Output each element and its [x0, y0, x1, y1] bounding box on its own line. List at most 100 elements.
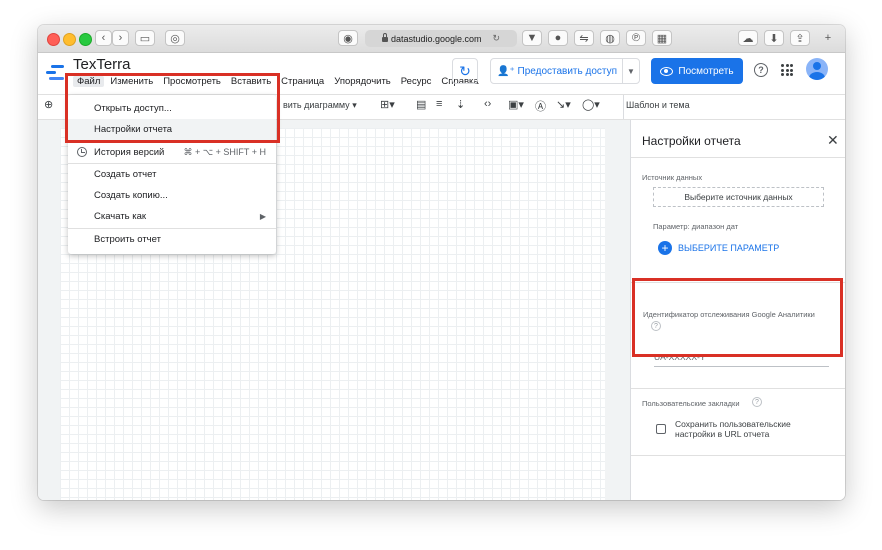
extension-icon: ◎	[170, 32, 180, 45]
back-button[interactable]: ‹	[95, 30, 112, 46]
add-chart-label: вить диаграмму	[283, 100, 350, 110]
theme-layout-button[interactable]: Шаблон и тема	[626, 100, 690, 110]
history-icon	[77, 147, 87, 157]
icloud-button[interactable]: ☁	[738, 30, 758, 46]
filter-icon[interactable]: ≡	[436, 98, 442, 110]
close-icon[interactable]: ✕	[827, 132, 839, 149]
calendar-extension-button[interactable]: ▦	[652, 30, 672, 46]
eye-icon	[660, 66, 674, 76]
panel-divider	[631, 388, 845, 389]
date-range-icon[interactable]: ▤	[416, 98, 426, 111]
menu-item-download-label: Скачать как	[94, 211, 147, 222]
bookmarks-label: Пользовательские закладки	[642, 399, 740, 408]
downloads-button[interactable]: ⬇	[764, 30, 784, 46]
pinterest-icon: ℗	[631, 32, 641, 44]
add-person-icon: 👤⁺	[497, 65, 518, 77]
menu-arrange[interactable]: Упорядочить	[330, 76, 395, 87]
panel-divider	[631, 455, 845, 456]
plus-icon: +	[824, 32, 832, 44]
menu-resource[interactable]: Ресурс	[397, 76, 436, 87]
browser-titlebar: ‹ › ▭ ◎ ◉ datastudio.google.com ↻ ▼ ● ⇋ …	[38, 25, 845, 53]
shield-icon: ◉	[343, 32, 353, 45]
menu-item-download[interactable]: Скачать как ▶	[68, 206, 276, 227]
menu-page[interactable]: Страница	[277, 76, 328, 87]
embed-code-icon[interactable]: ‹›	[484, 98, 491, 110]
line-icon[interactable]: ↘▾	[556, 98, 571, 111]
shape-icon[interactable]: ◯▾	[582, 98, 600, 111]
ghost-icon: ●	[554, 32, 562, 44]
calendar-icon: ▦	[656, 32, 668, 45]
browser-window: ‹ › ▭ ◎ ◉ datastudio.google.com ↻ ▼ ● ⇋ …	[38, 25, 845, 500]
chevron-right-icon: ▶	[259, 212, 266, 221]
lock-icon	[381, 33, 388, 42]
panel-title: Настройки отчета	[642, 134, 741, 148]
add-param-label: ВЫБЕРИТЕ ПАРАМЕТР	[678, 243, 780, 253]
pocket-icon: ▼	[526, 32, 538, 44]
data-source-label: Источник данных	[642, 173, 703, 182]
menu-item-embed-report-label: Встроить отчет	[94, 234, 161, 245]
chevron-right-icon: ›	[118, 32, 123, 44]
address-url: datastudio.google.com	[390, 33, 482, 44]
share-sheet-button[interactable]: ⇪	[790, 30, 810, 46]
sidebar-icon: ▭	[139, 32, 151, 45]
new-tab-button[interactable]: +	[818, 30, 838, 46]
menu-item-create-report[interactable]: Создать отчет	[68, 164, 276, 185]
data-source-select[interactable]: Выберите источник данных	[653, 187, 824, 207]
cloud-icon: ☁	[742, 32, 754, 45]
pinterest-extension-button[interactable]: ℗	[626, 30, 646, 46]
data-control-icon[interactable]: ⇣	[456, 98, 465, 111]
link-extension-button[interactable]: ⇋	[574, 30, 594, 46]
add-control-icon[interactable]: ⊞▾	[380, 98, 395, 111]
refresh-data-button[interactable]: ↻	[452, 58, 478, 84]
share-button-label: Предоставить доступ	[517, 65, 618, 77]
zoom-window-button[interactable]	[79, 33, 92, 46]
panel-divider	[631, 157, 845, 158]
text-box-icon[interactable]: Ⓐ	[535, 98, 546, 114]
download-icon: ⬇	[769, 32, 779, 45]
help-icon[interactable]: ?	[754, 63, 768, 77]
close-window-button[interactable]	[47, 33, 60, 46]
add-param-button[interactable]: + ВЫБЕРИТЕ ПАРАМЕТР	[658, 241, 779, 255]
share-icon: ⇪	[795, 32, 805, 45]
menu-item-embed-report[interactable]: Встроить отчет	[68, 229, 276, 250]
circle-g-icon: ◍	[605, 32, 615, 45]
data-studio-logo-icon[interactable]	[46, 62, 66, 82]
ga-highlight-frame	[632, 278, 843, 357]
reload-icon[interactable]: ↻	[493, 33, 501, 44]
image-icon[interactable]: ▣▾	[508, 98, 524, 111]
privacy-report-button[interactable]: ◉	[338, 30, 358, 46]
pocket-extension-button[interactable]: ▼	[522, 30, 542, 46]
grammar-extension-button[interactable]: ◍	[600, 30, 620, 46]
menu-item-version-history[interactable]: История версий ⌘ + ⌥ + SHIFT + H	[68, 142, 276, 163]
account-avatar[interactable]	[806, 58, 828, 80]
chevron-left-icon: ‹	[101, 32, 106, 44]
menu-item-make-copy[interactable]: Создать копию...	[68, 185, 276, 206]
apps-grid-icon[interactable]	[781, 64, 793, 76]
menu-item-version-history-label: История версий	[94, 147, 165, 158]
save-bookmarks-label: Сохранить пользовательские настройки в U…	[675, 419, 791, 439]
save-bookmarks-checkbox[interactable]	[656, 424, 666, 434]
ghostery-extension-button[interactable]: ●	[548, 30, 568, 46]
minimize-window-button[interactable]	[63, 33, 76, 46]
address-bar[interactable]: datastudio.google.com ↻	[365, 30, 517, 47]
safari-extension-button[interactable]: ◎	[165, 30, 185, 46]
menu-item-make-copy-label: Создать копию...	[94, 190, 168, 201]
menu-item-shortcut: ⌘ + ⌥ + SHIFT + H	[183, 147, 266, 157]
plus-icon: +	[658, 241, 672, 255]
sidebar-toggle-button[interactable]: ▭	[135, 30, 155, 46]
report-title[interactable]: TexTerra	[73, 56, 131, 73]
menu-item-create-report-label: Создать отчет	[94, 169, 157, 180]
add-page-icon[interactable]: ⊕	[44, 98, 53, 111]
menu-highlight-frame	[65, 73, 280, 143]
share-button[interactable]: 👤⁺ Предоставить доступ ▼	[490, 58, 640, 84]
view-button[interactable]: Посмотреть	[651, 58, 743, 84]
refresh-icon: ↻	[459, 62, 471, 79]
help-circle-icon[interactable]: ?	[752, 397, 762, 407]
add-chart-button[interactable]: вить диаграмму ▾	[283, 100, 357, 111]
view-button-label: Посмотреть	[678, 65, 734, 77]
toolbar-divider	[623, 95, 624, 119]
date-param-label: Параметр: диапазон дат	[653, 222, 739, 231]
link-icon: ⇋	[579, 32, 589, 45]
chevron-down-icon[interactable]: ▼	[622, 59, 639, 83]
forward-button[interactable]: ›	[112, 30, 129, 46]
